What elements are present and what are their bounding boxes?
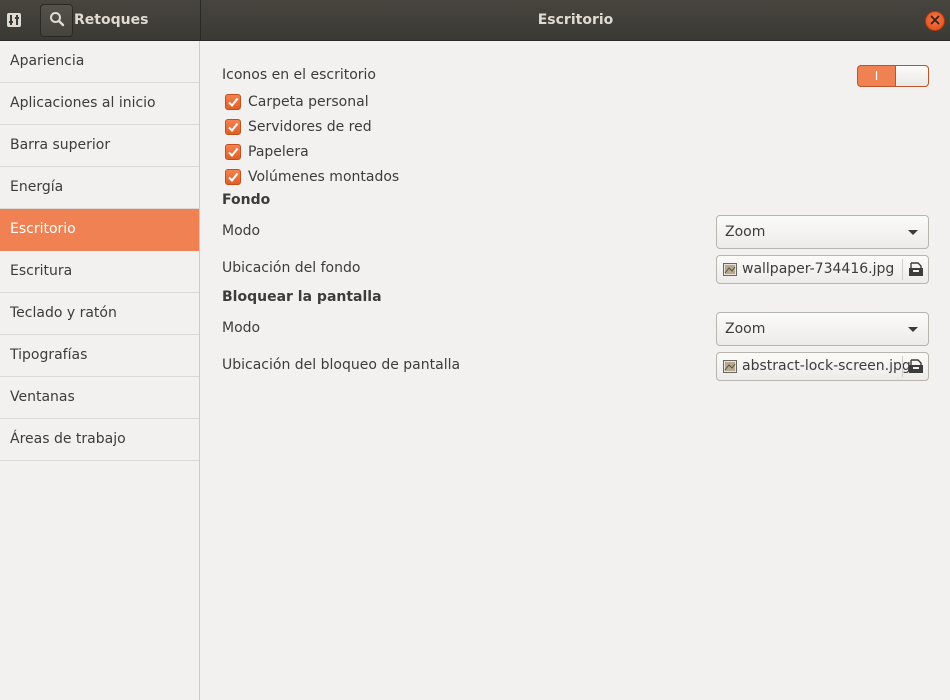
sidebar-item-tipografias[interactable]: Tipografías: [0, 335, 199, 377]
open-document-icon[interactable]: [908, 359, 924, 374]
checkbox-box[interactable]: [225, 94, 241, 110]
sidebar-header: Retoques: [0, 0, 200, 41]
checkmark-icon: [228, 172, 239, 183]
checkbox-label: Servidores de red: [248, 119, 372, 135]
sidebar-item-escritura[interactable]: Escritura: [0, 251, 199, 293]
sidebar-item-barra-superior[interactable]: Barra superior: [0, 125, 199, 167]
sidebar-item-teclado-y-raton[interactable]: Teclado y ratón: [0, 293, 199, 335]
section-title-lock-screen: Bloquear la pantalla: [222, 289, 382, 305]
background-file-chooser[interactable]: wallpaper-734416.jpg: [716, 255, 929, 284]
image-file-icon: [723, 360, 737, 373]
chevron-down-icon: [908, 230, 918, 235]
file-name: abstract-lock-screen.jpg: [742, 358, 911, 374]
close-button[interactable]: [925, 11, 945, 31]
sidebar-item-areas-de-trabajo[interactable]: Áreas de trabajo: [0, 419, 199, 461]
checkbox-label: Volúmenes montados: [248, 169, 400, 185]
checkbox-box[interactable]: [225, 119, 241, 135]
sidebar-item-escritorio[interactable]: Escritorio: [0, 209, 199, 251]
checkbox-label: Carpeta personal: [248, 94, 369, 110]
separator: [902, 356, 903, 377]
search-icon: [49, 11, 65, 31]
switch-knob[interactable]: [895, 66, 928, 86]
background-location-label: Ubicación del fondo: [222, 260, 361, 276]
checkmark-icon: [228, 97, 239, 108]
checkbox-label: Papelera: [248, 144, 309, 160]
app-title: Retoques: [74, 12, 149, 28]
open-document-icon[interactable]: [908, 262, 924, 277]
checkbox-box[interactable]: [225, 169, 241, 185]
checkbox-servidores-de-red[interactable]: Servidores de red: [225, 118, 372, 136]
combo-value: Zoom: [725, 321, 766, 337]
image-file-icon: [723, 263, 737, 276]
switch-on-indicator: I: [874, 69, 879, 83]
checkbox-volumenes-montados[interactable]: Volúmenes montados: [225, 168, 399, 186]
background-mode-label: Modo: [222, 223, 261, 239]
checkbox-carpeta-personal[interactable]: Carpeta personal: [225, 93, 369, 111]
checkmark-icon: [228, 147, 239, 158]
header-bar: Retoques Escritorio: [0, 0, 950, 41]
close-icon: [930, 13, 940, 29]
sidebar-item-apariencia[interactable]: Apariencia: [0, 41, 199, 83]
lock-mode-label: Modo: [222, 320, 261, 336]
checkmark-icon: [228, 122, 239, 133]
sidebar-item-aplicaciones-al-inicio[interactable]: Aplicaciones al inicio: [0, 83, 199, 125]
separator: [902, 259, 903, 280]
chevron-down-icon: [908, 327, 918, 332]
lock-file-chooser[interactable]: abstract-lock-screen.jpg: [716, 352, 929, 381]
section-title-background: Fondo: [222, 192, 271, 208]
lock-mode-combo[interactable]: Zoom: [716, 312, 929, 346]
checkbox-papelera[interactable]: Papelera: [225, 143, 309, 161]
main-content: Iconos en el escritorio I Carpeta person…: [201, 41, 950, 700]
desktop-icons-label: Iconos en el escritorio: [222, 67, 376, 83]
file-name: wallpaper-734416.jpg: [742, 261, 895, 277]
background-mode-combo[interactable]: Zoom: [716, 215, 929, 249]
lock-location-label: Ubicación del bloqueo de pantalla: [222, 357, 461, 373]
desktop-icons-switch[interactable]: I: [857, 65, 929, 87]
tweaks-app-icon: [5, 11, 23, 29]
sidebar: Apariencia Aplicaciones al inicio Barra …: [0, 41, 200, 700]
search-button[interactable]: [40, 4, 73, 37]
window-title: Escritorio: [537, 12, 614, 28]
combo-value: Zoom: [725, 224, 766, 240]
sidebar-item-energia[interactable]: Energía: [0, 167, 199, 209]
sidebar-item-ventanas[interactable]: Ventanas: [0, 377, 199, 419]
checkbox-box[interactable]: [225, 144, 241, 160]
